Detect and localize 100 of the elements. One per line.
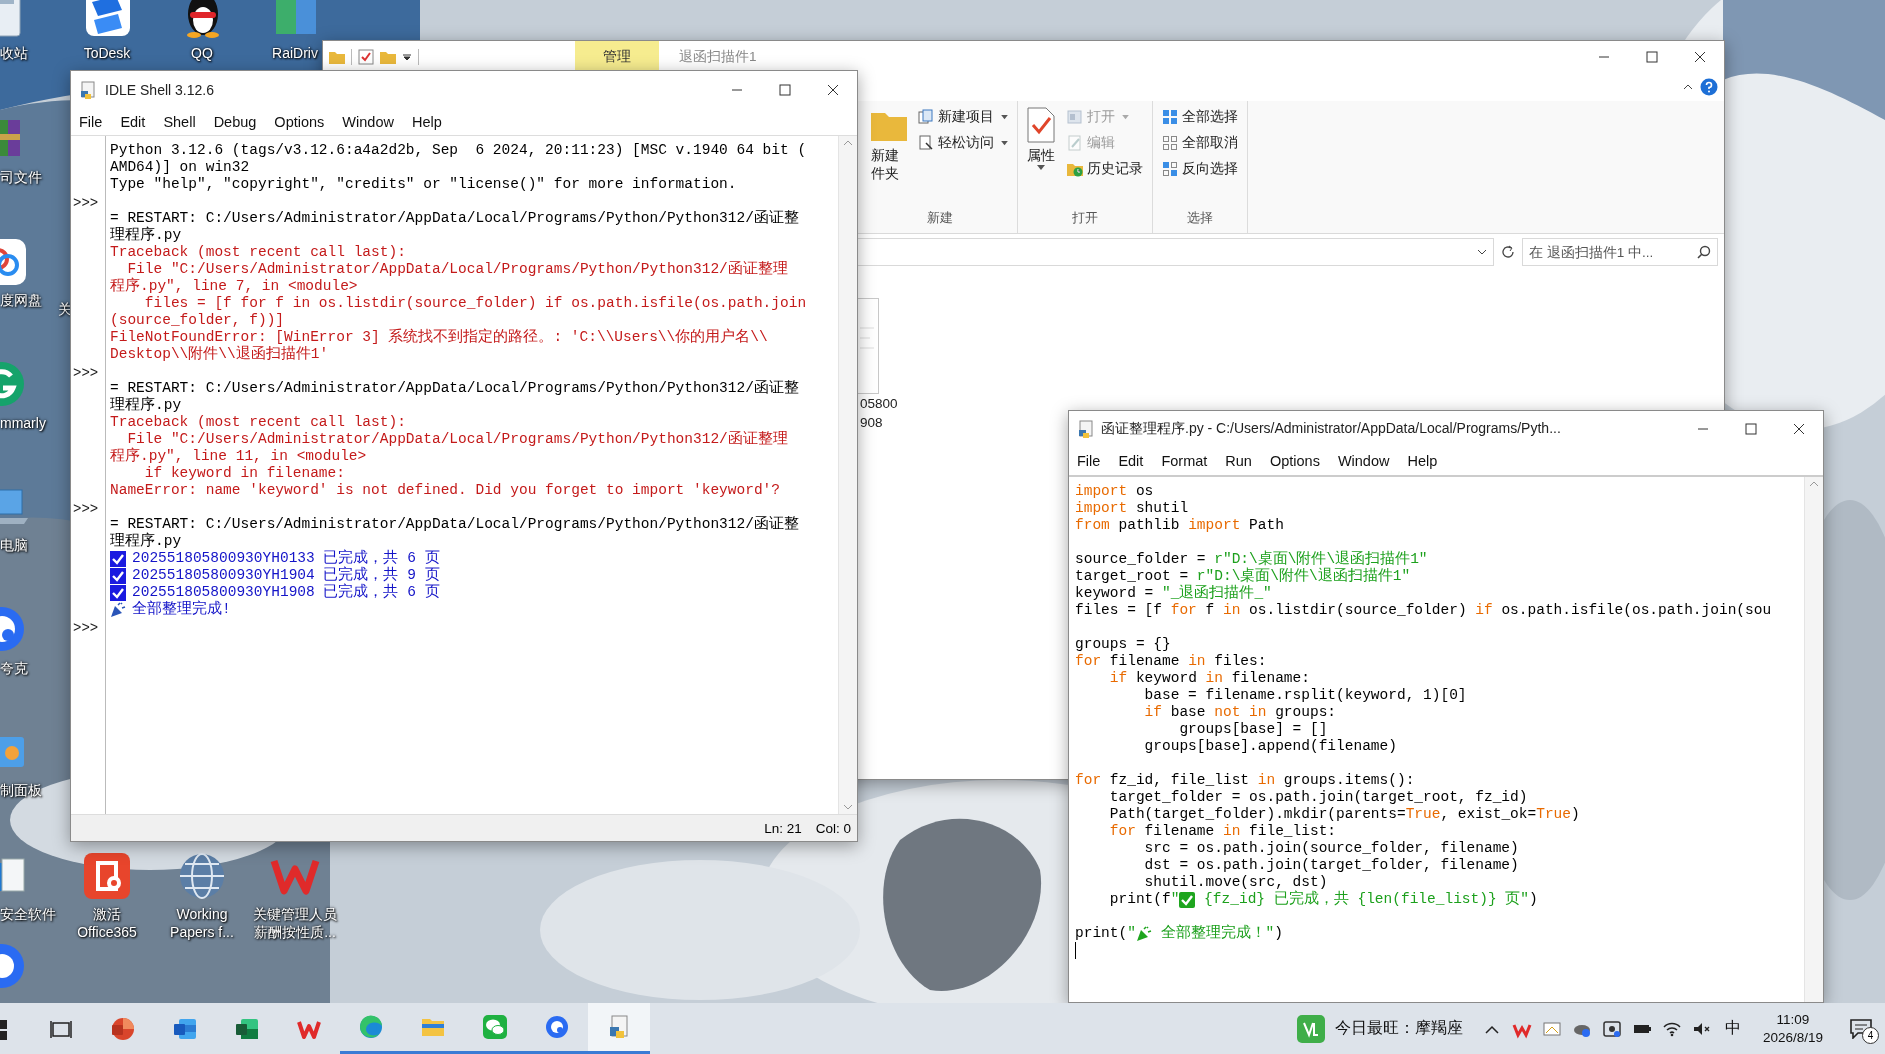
help-icon[interactable] bbox=[1700, 78, 1718, 96]
properties-icon bbox=[1026, 107, 1056, 143]
code-text: 全部整理完成！") bbox=[1159, 925, 1284, 942]
dropdown-icon[interactable] bbox=[402, 52, 412, 62]
icon-label: 夸克 bbox=[0, 659, 28, 677]
code-line: import shutil bbox=[1075, 500, 1189, 517]
app-tray-icon[interactable] bbox=[1601, 1018, 1622, 1039]
code-line: src = os.path.join(source_folder, filename) bbox=[1143, 840, 1519, 857]
ribbon-button[interactable]: 反向选择 bbox=[1159, 157, 1241, 181]
new-item-icon bbox=[918, 109, 934, 125]
console-text: Python 3.12.6 (tags/v3.12.6:a4a2d2b, Sep 6 2024, 20:11:23) [MSC v.1940 64 bit ( bbox=[110, 142, 807, 159]
maximize-icon[interactable] bbox=[1745, 423, 1757, 435]
ribbon-button[interactable]: 全部选择 bbox=[1159, 105, 1241, 129]
scrollbar[interactable] bbox=[1804, 477, 1823, 1002]
widget-button[interactable]: 今日最旺：摩羯座 bbox=[1282, 1003, 1477, 1054]
menu-item[interactable]: Edit bbox=[1110, 451, 1152, 471]
scroll-up-icon[interactable] bbox=[1809, 481, 1819, 487]
menu-item[interactable]: Options bbox=[1261, 451, 1328, 471]
document-icon[interactable] bbox=[856, 298, 880, 394]
console-text: 202551805800930YH1908 已完成，共 6 页 bbox=[132, 584, 440, 600]
open-icon bbox=[1067, 109, 1083, 125]
error-text: File "C:/Users/Administrator/AppData/Local/Programs/Python/Python312/函证整理 bbox=[126, 261, 788, 277]
checkbox-icon bbox=[110, 550, 126, 567]
ribbon-button[interactable]: 轻松访问 bbox=[915, 131, 1011, 155]
menu-item[interactable]: Window bbox=[334, 112, 402, 132]
code-line: if base not in groups: bbox=[1143, 704, 1337, 721]
clock-date[interactable]: 2026/8/19 bbox=[1762, 1028, 1823, 1047]
close-icon[interactable] bbox=[1793, 423, 1805, 435]
ribbon-button[interactable]: 属性 bbox=[1024, 105, 1058, 209]
icon-label: 薪酬按性质... bbox=[254, 923, 336, 941]
circle-app-icon[interactable] bbox=[545, 1015, 569, 1039]
menu-item[interactable]: File bbox=[1069, 451, 1109, 471]
history-icon bbox=[1067, 161, 1083, 177]
ribbon-button[interactable]: 新建项目 bbox=[915, 105, 1011, 129]
globe-icon[interactable] bbox=[177, 851, 227, 901]
icon-label: QQ bbox=[191, 44, 213, 62]
invert-selection-icon bbox=[1162, 161, 1178, 177]
console-text: AMD64)] on win32 bbox=[110, 159, 250, 176]
menu-item[interactable]: Shell bbox=[155, 112, 204, 132]
document-app-icon[interactable] bbox=[173, 1016, 197, 1041]
maximize-icon[interactable] bbox=[1646, 51, 1658, 63]
scrollbar[interactable] bbox=[838, 136, 857, 814]
group-label: 选择 bbox=[1186, 209, 1214, 227]
code-line: Path(target_folder).mkdir(parents=True, exist_ok=True) bbox=[1108, 806, 1580, 823]
context-tab[interactable]: 管理 bbox=[575, 41, 659, 73]
menu-item[interactable]: Options bbox=[266, 112, 333, 132]
code-line: dst = os.path.join(target_folder, filename) bbox=[1143, 857, 1519, 874]
search-field[interactable]: 在 退函扫描件1 中... bbox=[1522, 238, 1718, 266]
code-text: {fz_id} 已完成，共 {len(file_list)} 页") bbox=[1203, 891, 1538, 908]
menu-item[interactable]: Run bbox=[1217, 451, 1260, 471]
ribbon-button[interactable]: 历史记录 bbox=[1064, 157, 1146, 181]
widget-logo-icon bbox=[1296, 1014, 1325, 1043]
code-line: groups[base].append(filename) bbox=[1143, 738, 1397, 755]
close-icon[interactable] bbox=[1694, 51, 1706, 63]
close-icon[interactable] bbox=[827, 84, 839, 96]
search-icon[interactable] bbox=[1697, 245, 1711, 259]
console-text: 202551805800930YH1904 已完成，共 9 页 bbox=[132, 567, 440, 583]
console-text: 全部整理完成! bbox=[132, 601, 231, 618]
error-text: Traceback (most recent call last): bbox=[110, 244, 406, 261]
ribbon-button[interactable]: 全部取消 bbox=[1159, 131, 1241, 155]
file-name[interactable]: 908 bbox=[860, 413, 883, 432]
spreadsheet-app-icon[interactable] bbox=[235, 1016, 259, 1041]
input-method-indicator[interactable]: 中 bbox=[1716, 1018, 1749, 1039]
code-line: keyword = "_退函扫描件_" bbox=[1075, 585, 1272, 602]
console-text: 理程序.py bbox=[110, 397, 182, 414]
error-text: (source_folder, f))] bbox=[110, 312, 285, 329]
file-name[interactable]: 05800 bbox=[860, 394, 898, 413]
checklist-icon[interactable] bbox=[358, 49, 374, 65]
menu-item[interactable]: Edit bbox=[112, 112, 154, 132]
presentation-app-icon[interactable] bbox=[111, 1016, 135, 1041]
ribbon-button[interactable]: 新建 件夹 bbox=[869, 105, 909, 209]
icon-label: 度网盘 bbox=[0, 291, 42, 309]
clock-time[interactable]: 11:09 bbox=[1776, 1010, 1810, 1029]
python-file-icon[interactable] bbox=[607, 1015, 631, 1039]
office-app-icon[interactable] bbox=[82, 851, 132, 901]
menu-item[interactable]: Help bbox=[403, 112, 450, 132]
select-all-icon bbox=[1162, 109, 1178, 125]
party-popper-icon bbox=[1135, 925, 1152, 942]
console-text: = RESTART: C:/Users/Administrator/AppData/Local/Programs/Python/Python312/函证整 bbox=[110, 516, 799, 532]
browser-icon[interactable] bbox=[359, 1015, 383, 1039]
menu-item[interactable]: File bbox=[71, 112, 111, 132]
error-text: FileNotFoundError: [WinError 3] 系统找不到指定的路径。: 'C:\\Users\\你的用户名\\ bbox=[110, 329, 768, 345]
select-none-icon bbox=[1162, 135, 1178, 151]
maximize-icon[interactable] bbox=[779, 84, 791, 96]
icon-label: 收站 bbox=[0, 44, 28, 62]
window-title: IDLE Shell 3.12.6 bbox=[105, 82, 214, 98]
button-label: 新建项目 bbox=[938, 108, 994, 126]
menu-item[interactable]: Debug bbox=[205, 112, 265, 132]
icon-label: Office365 bbox=[77, 923, 137, 941]
menu-item[interactable]: Window bbox=[1329, 451, 1398, 471]
code-line: target_folder = os.path.join(target_root, fz_id) bbox=[1108, 789, 1528, 806]
edit-icon bbox=[1067, 135, 1083, 151]
scroll-up-icon[interactable] bbox=[843, 140, 853, 146]
menu-item[interactable]: Format bbox=[1153, 451, 1216, 471]
window-title: 函证整理程序.py - C:/Users/Administrator/AppData/Local/Programs/Pyth... bbox=[1101, 420, 1561, 438]
status-text: Ln: 21 bbox=[764, 820, 802, 836]
menu-item[interactable]: Help bbox=[1399, 451, 1446, 471]
scroll-down-icon[interactable] bbox=[843, 804, 853, 810]
chat-app-icon[interactable] bbox=[483, 1015, 507, 1039]
refresh-icon[interactable] bbox=[1500, 244, 1516, 260]
